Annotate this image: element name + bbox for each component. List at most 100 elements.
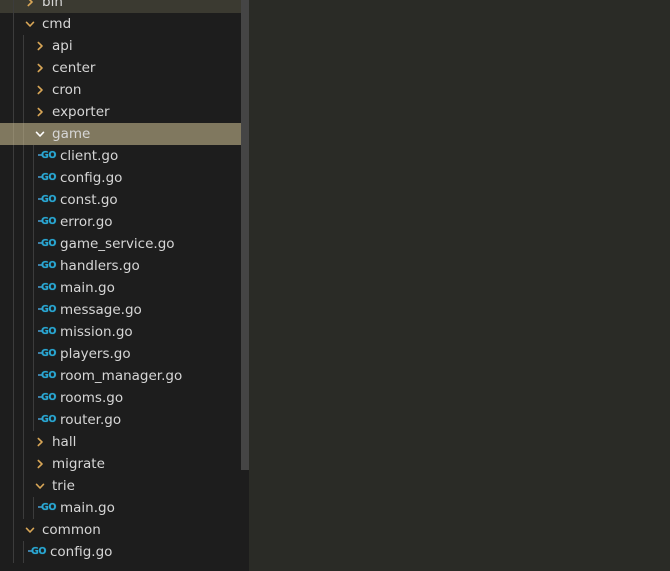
tree-folder-label: migrate [52,456,105,472]
go-logo-glyph: GO [41,304,57,315]
go-file-icon: GO [38,189,56,211]
tree-folder-row[interactable]: center [0,57,249,79]
tree-folder-row[interactable]: game [0,123,249,145]
tree-folder-label: exporter [52,104,110,120]
tree-folder-row[interactable]: trie [0,475,249,497]
tree-row-content: migrate [0,453,249,475]
tree-file-row[interactable]: GO game_service.go [0,233,249,255]
tree-file-label: mission.go [60,324,133,340]
chevron-down-icon[interactable] [32,123,48,145]
tree-file-label: main.go [60,500,115,516]
tree-row-content: GO mission.go [0,321,249,343]
tree-folder-row[interactable]: cmd [0,13,249,35]
go-file-icon: GO [38,167,56,189]
tree-row-content: GO const.go [0,189,249,211]
tree-folder-row[interactable]: exporter [0,101,249,123]
tree-row-content: GO client.go [0,145,249,167]
tree-file-label: client.go [60,148,119,164]
tree-file-row[interactable]: GO config.go [0,167,249,189]
tree-file-row[interactable]: GO players.go [0,343,249,365]
go-file-icon: GO [38,211,56,233]
tree-row-content: GO config.go [0,541,249,563]
chevron-right-icon[interactable] [32,101,48,123]
go-logo-glyph: GO [41,216,57,227]
tree-folder-label: cron [52,82,82,98]
tree-file-row[interactable]: GO main.go [0,277,249,299]
file-explorer-window: bin cmd api center cron exporter game GO client.… [0,0,670,571]
go-logo-glyph: GO [41,150,57,161]
tree-file-label: router.go [60,412,122,428]
tree-folder-row[interactable]: migrate [0,453,249,475]
tree-folder-label: common [42,522,101,538]
editor-panel[interactable] [249,0,670,571]
chevron-right-icon[interactable] [32,453,48,475]
tree-folder-label: game [52,126,91,142]
tree-folder-row[interactable]: hall [0,431,249,453]
tree-folder-row[interactable]: cron [0,79,249,101]
tree-row-content: trie [0,475,249,497]
tree-file-row[interactable]: GO handlers.go [0,255,249,277]
chevron-right-icon[interactable] [22,0,38,13]
chevron-right-icon[interactable] [32,57,48,79]
tree-row-content: hall [0,431,249,453]
tree-file-row[interactable]: GO client.go [0,145,249,167]
tree-folder-label: center [52,60,96,76]
go-file-icon: GO [38,409,56,431]
tree-file-row[interactable]: GO message.go [0,299,249,321]
tree-row-content: exporter [0,101,249,123]
go-file-icon: GO [38,299,56,321]
go-logo-glyph: GO [31,546,47,557]
chevron-right-icon[interactable] [32,35,48,57]
tree-row-content: cron [0,79,249,101]
tree-file-row[interactable]: GO const.go [0,189,249,211]
tree-file-label: handlers.go [60,258,140,274]
tree-file-label: players.go [60,346,131,362]
tree-file-row[interactable]: GO error.go [0,211,249,233]
go-file-icon: GO [38,387,56,409]
tree-file-row[interactable]: GO mission.go [0,321,249,343]
go-file-icon: GO [38,145,56,167]
tree-folder-row[interactable]: api [0,35,249,57]
go-logo-glyph: GO [41,260,57,271]
file-tree-sidebar[interactable]: bin cmd api center cron exporter game GO client.… [0,0,249,571]
tree-row-content: cmd [0,13,249,35]
tree-row-content: GO main.go [0,277,249,299]
file-tree: bin cmd api center cron exporter game GO client.… [0,0,249,563]
chevron-down-icon[interactable] [22,13,38,35]
tree-file-row[interactable]: GO main.go [0,497,249,519]
tree-row-content: GO players.go [0,343,249,365]
chevron-right-icon[interactable] [32,431,48,453]
tree-row-content: api [0,35,249,57]
tree-file-row[interactable]: GO router.go [0,409,249,431]
tree-folder-label: hall [52,434,77,450]
go-logo-glyph: GO [41,370,57,381]
chevron-down-icon[interactable] [22,519,38,541]
tree-file-row[interactable]: GO rooms.go [0,387,249,409]
tree-file-row[interactable]: GO room_manager.go [0,365,249,387]
tree-row-content: game [0,123,249,145]
tree-file-label: message.go [60,302,142,318]
tree-folder-label: api [52,38,73,54]
tree-row-content: center [0,57,249,79]
tree-folder-row[interactable]: common [0,519,249,541]
go-file-icon: GO [38,255,56,277]
tree-file-label: rooms.go [60,390,124,406]
go-file-icon: GO [38,497,56,519]
tree-file-row[interactable]: GO config.go [0,541,249,563]
tree-file-label: const.go [60,192,118,208]
chevron-down-icon[interactable] [32,475,48,497]
go-logo-glyph: GO [41,238,57,249]
sidebar-scrollbar-thumb[interactable] [241,0,249,470]
go-logo-glyph: GO [41,326,57,337]
go-logo-glyph: GO [41,392,57,403]
go-logo-glyph: GO [41,414,57,425]
go-file-icon: GO [38,277,56,299]
go-file-icon: GO [38,233,56,255]
tree-folder-row[interactable]: bin [0,0,249,13]
tree-row-content: bin [0,0,249,13]
sidebar-scrollbar-track[interactable] [241,0,249,571]
chevron-right-icon[interactable] [32,79,48,101]
go-logo-glyph: GO [41,502,57,513]
tree-folder-label: trie [52,478,75,494]
go-logo-glyph: GO [41,172,57,183]
